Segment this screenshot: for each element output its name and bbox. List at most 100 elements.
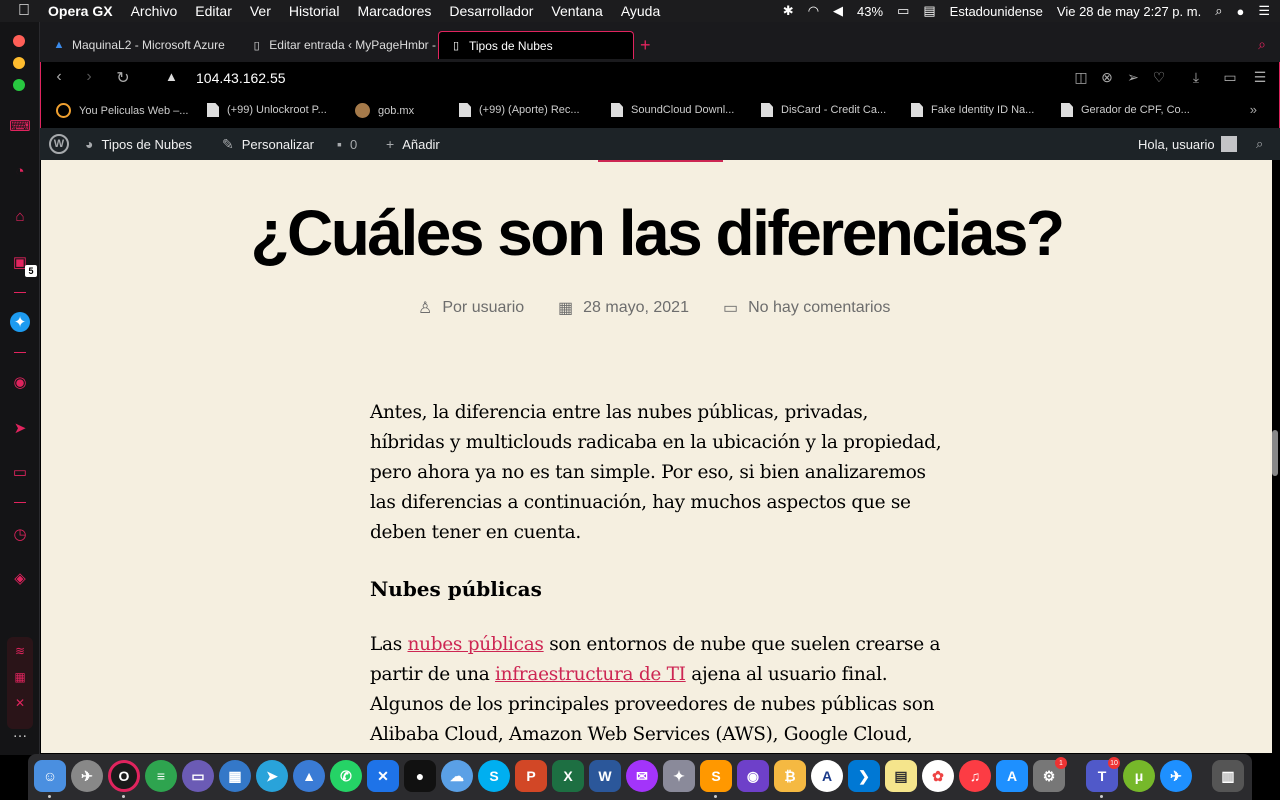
apple-icon[interactable]:  [18, 2, 30, 20]
app-icon[interactable]: ▦ [219, 760, 251, 792]
back-button[interactable]: ‹ [49, 68, 69, 86]
battery-percent[interactable]: 43% [857, 4, 883, 19]
whatsapp-icon[interactable]: ✆ [330, 760, 362, 792]
scrollbar-thumb[interactable] [1272, 430, 1278, 476]
wp-user-account[interactable]: Hola, usuario [1138, 136, 1237, 152]
bookmarks-overflow-icon[interactable]: » [1250, 102, 1257, 117]
github-icon[interactable]: ◉ [737, 760, 769, 792]
menu-archivo[interactable]: Archivo [131, 3, 178, 19]
bookmark-item[interactable]: DisCard - Credit Ca... [761, 103, 886, 117]
wordpress-logo-icon[interactable]: W [49, 134, 69, 154]
trash-icon[interactable]: ▥ [1212, 760, 1244, 792]
opera-gx-icon[interactable]: O [108, 760, 140, 792]
bookmark-item[interactable]: SoundCloud Downl... [611, 103, 734, 117]
cpu-limiter-icon[interactable]: ✕ [10, 693, 30, 713]
powerpoint-icon[interactable]: P [515, 760, 547, 792]
utorrent-icon[interactable]: μ [1123, 760, 1155, 792]
window-minimize-button[interactable] [13, 57, 25, 69]
not-secure-icon[interactable]: ▲ [165, 69, 178, 84]
send-icon[interactable]: ➤ [10, 418, 30, 438]
tab-editar-entrada[interactable]: ▯ Editar entrada ‹ MyPageHmbr - [240, 31, 436, 59]
music-icon[interactable]: ♫ [959, 760, 991, 792]
tab-azure[interactable]: ▲ MaquinaL2 - Microsoft Azure [42, 31, 236, 59]
flow-send-icon[interactable]: ➢ [1124, 69, 1142, 86]
history-icon[interactable]: ◷ [10, 524, 30, 544]
post-author[interactable]: ♙ Por usuario [418, 298, 524, 318]
spotlight-search-icon[interactable]: ⌕ [1215, 3, 1222, 19]
gx-cleaner-icon[interactable]: ⌂ [10, 206, 30, 226]
gpu-icon[interactable]: ✱ [783, 3, 794, 19]
url-text[interactable]: 104.43.162.55 [196, 70, 286, 86]
app-icon[interactable]: ≡ [145, 760, 177, 792]
window-close-button[interactable] [13, 35, 25, 47]
bookmark-item[interactable]: You Peliculas Web –... [56, 103, 188, 118]
menu-marcadores[interactable]: Marcadores [357, 3, 431, 19]
wallet-icon[interactable]: ▭ [10, 462, 30, 482]
sublime-text-icon[interactable]: S [700, 760, 732, 792]
notes-icon[interactable]: ▤ [885, 760, 917, 792]
clock[interactable]: Vie 28 de may 2:27 p. m. [1057, 4, 1201, 19]
menu-ver[interactable]: Ver [250, 3, 271, 19]
forward-button[interactable]: › [79, 68, 99, 86]
vscode-icon[interactable]: ❯ [848, 760, 880, 792]
easy-setup-icon[interactable]: ☰ [1251, 69, 1269, 86]
excel-icon[interactable]: X [552, 760, 584, 792]
telegram-icon[interactable]: ➤ [256, 760, 288, 792]
wp-site-name[interactable]: ◕ Tipos de Nubes [85, 136, 192, 152]
snapshot-icon[interactable]: ◫ [1072, 69, 1090, 86]
app-icon[interactable]: A [811, 760, 843, 792]
download-icon[interactable]: ⤓ [1187, 69, 1205, 86]
keyboard-layout[interactable]: Estadounidense [950, 4, 1043, 19]
app-icon[interactable]: ● [404, 760, 436, 792]
player-icon[interactable]: ◉ [10, 372, 30, 392]
app-icon[interactable]: ₿ [774, 760, 806, 792]
finder-icon[interactable]: ☺ [34, 760, 66, 792]
gx-corner-icon[interactable]: ⌨ [9, 116, 31, 136]
volume-icon[interactable]: ◀ [833, 3, 843, 19]
skype-icon[interactable]: S [478, 760, 510, 792]
bookmark-item[interactable]: (+99) (Aporte) Rec... [459, 103, 580, 117]
app-icon[interactable]: ▲ [293, 760, 325, 792]
wp-customize[interactable]: ✎ Personalizar [222, 136, 314, 153]
app-icon[interactable]: ▭ [182, 760, 214, 792]
network-limiter-icon[interactable]: ≋ [10, 641, 30, 661]
new-tab-button[interactable]: + [640, 35, 651, 56]
launchpad-icon[interactable]: ✈ [71, 760, 103, 792]
app-store-icon[interactable]: A [996, 760, 1028, 792]
post-comments-link[interactable]: ▭ No hay comentarios [723, 298, 890, 318]
ram-limiter-icon[interactable]: ▦ [10, 667, 30, 687]
wp-search-icon[interactable]: ⌕ [1256, 136, 1263, 152]
bookmark-item[interactable]: gob.mx [355, 103, 414, 118]
reload-button[interactable]: ↻ [113, 68, 133, 88]
battery-saver-icon[interactable]: ▭ [1221, 69, 1239, 86]
wp-comments[interactable]: ▪ 0 [337, 136, 357, 152]
keyboard-flag-icon[interactable]: ▤ [923, 3, 935, 19]
battery-icon[interactable]: ▭ [897, 3, 909, 19]
menu-historial[interactable]: Historial [289, 3, 340, 19]
bookmark-item[interactable]: Fake Identity ID Na... [911, 103, 1034, 117]
twitter-icon[interactable]: ✦ [10, 312, 30, 332]
wifi-icon[interactable]: ◠ [808, 3, 819, 19]
messenger-icon[interactable]: ✉ [626, 760, 658, 792]
control-center-icon[interactable]: ☰ [1258, 3, 1270, 19]
siri-icon[interactable]: ● [1236, 4, 1244, 19]
more-options-icon[interactable]: … [10, 722, 30, 742]
link-infraestructura-ti[interactable]: infraestructura de TI [495, 664, 686, 685]
window-zoom-button[interactable] [13, 79, 25, 91]
menu-editar[interactable]: Editar [195, 3, 232, 19]
gx-control-icon[interactable]: ◔ [10, 161, 30, 181]
menu-ventana[interactable]: Ventana [551, 3, 602, 19]
menubar-app-name[interactable]: Opera GX [48, 3, 113, 19]
menu-desarrollador[interactable]: Desarrollador [449, 3, 533, 19]
adblock-icon[interactable]: ⊗ [1098, 69, 1116, 86]
app-icon[interactable]: ✕ [367, 760, 399, 792]
word-icon[interactable]: W [589, 760, 621, 792]
link-nubes-publicas[interactable]: nubes públicas [408, 634, 544, 655]
preview-icon[interactable]: ✦ [663, 760, 695, 792]
photos-icon[interactable]: ✿ [922, 760, 954, 792]
wp-add-new[interactable]: + Añadir [386, 136, 440, 152]
safari-icon[interactable]: ✈ [1160, 760, 1192, 792]
bookmark-item[interactable]: Gerador de CPF, Co... [1061, 103, 1190, 117]
tab-tipos-de-nubes[interactable]: ▯ Tipos de Nubes [438, 31, 634, 59]
extensions-cube-icon[interactable]: ◈ [10, 568, 30, 588]
